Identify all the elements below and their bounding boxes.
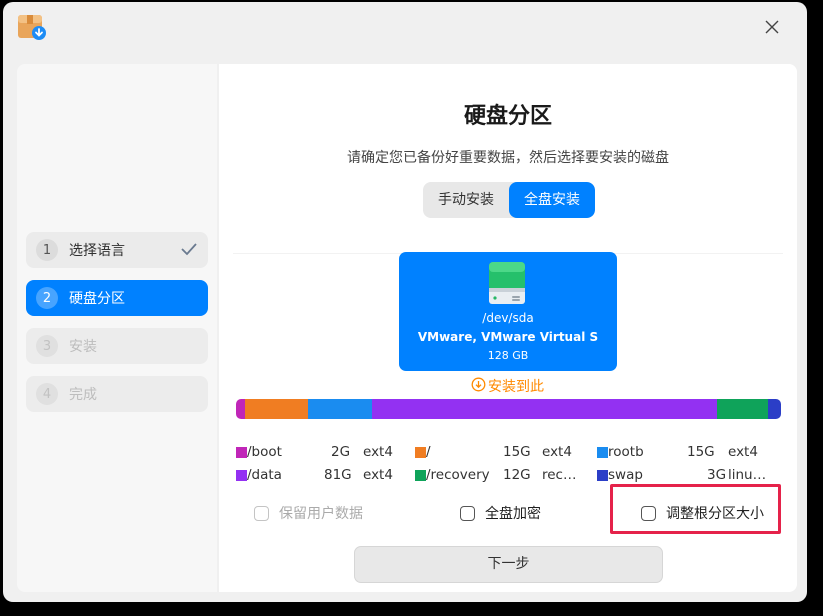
legend-size: 3G xyxy=(707,467,727,483)
partition-segment xyxy=(372,399,718,419)
titlebar xyxy=(3,2,807,54)
keep-user-data-checkbox[interactable]: 保留用户数据 xyxy=(254,503,363,523)
legend-fs: ext4 xyxy=(728,444,758,460)
step-select-language[interactable]: 1 选择语言 xyxy=(26,232,208,268)
keep-user-data-label: 保留用户数据 xyxy=(279,506,363,522)
legend-name: / xyxy=(426,444,431,460)
step-label: 硬盘分区 xyxy=(69,291,125,307)
legend-fs: ext4 xyxy=(363,467,393,483)
legend-size: 15G xyxy=(687,444,715,460)
legend-swatch xyxy=(597,470,608,481)
checkbox-box[interactable] xyxy=(641,505,656,521)
install-here-label: 安装到此 xyxy=(471,377,544,395)
legend-fs: rec… xyxy=(542,467,577,483)
step-number: 2 xyxy=(36,287,58,309)
legend-size: 12G xyxy=(503,467,531,483)
resize-root-label: 调整根分区大小 xyxy=(666,506,764,522)
legend-swatch xyxy=(415,447,426,458)
install-mode-switch: 手动安装 全盘安装 xyxy=(423,182,595,218)
partition-bar xyxy=(236,399,781,419)
legend-swatch xyxy=(236,470,247,481)
disk-model: VMware, VMware Virtual S xyxy=(417,330,599,344)
legend-name: swap xyxy=(608,467,643,483)
tab-full-disk-install[interactable]: 全盘安装 xyxy=(509,182,595,218)
legend-fs: ext4 xyxy=(542,444,572,460)
page-subtitle: 请确定您已备份好重要数据，然后选择要安装的磁盘 xyxy=(347,150,669,166)
tab-manual-install[interactable]: 手动安装 xyxy=(423,182,509,218)
full-disk-encrypt-checkbox[interactable]: 全盘加密 xyxy=(460,503,541,523)
partition-segment xyxy=(244,399,309,419)
checkbox-box[interactable] xyxy=(254,505,269,521)
step-label: 安装 xyxy=(69,339,97,355)
next-button[interactable]: 下一步 xyxy=(354,546,663,583)
legend-name: /boot xyxy=(247,444,282,460)
legend-fs: linu… xyxy=(728,467,767,483)
partition-panel: 硬盘分区 请确定您已备份好重要数据，然后选择要安装的磁盘 手动安装 全盘安装 /… xyxy=(219,64,797,592)
installer-icon xyxy=(17,13,47,41)
step-finish: 4 完成 xyxy=(26,376,208,412)
partition-segment xyxy=(768,399,781,419)
step-number: 3 xyxy=(36,335,58,357)
step-label: 选择语言 xyxy=(69,243,125,259)
disk-path: /dev/sda xyxy=(482,311,534,325)
check-icon xyxy=(180,241,198,261)
install-here-text: 安装到此 xyxy=(488,379,544,395)
installer-window: 1 选择语言 2 硬盘分区 3 安装 4 完成 硬盘分区 请确定您已备份好重要数… xyxy=(3,2,807,602)
step-number: 1 xyxy=(36,239,58,261)
partition-segment xyxy=(236,399,245,419)
legend-fs: ext4 xyxy=(363,444,393,460)
legend-name: /recovery xyxy=(426,467,490,483)
resize-root-checkbox[interactable]: 调整根分区大小 xyxy=(641,503,764,523)
close-icon xyxy=(765,19,779,38)
partition-segment xyxy=(717,399,769,419)
step-label: 完成 xyxy=(69,387,97,403)
legend-size: 15G xyxy=(503,444,531,460)
disk-card[interactable]: /dev/sda VMware, VMware Virtual S 128 GB xyxy=(399,252,617,371)
partition-segment xyxy=(308,399,373,419)
disk-size: 128 GB xyxy=(487,349,529,362)
legend-name: rootb xyxy=(608,444,644,460)
legend-swatch xyxy=(236,447,247,458)
legend-swatch xyxy=(597,447,608,458)
full-disk-encrypt-label: 全盘加密 xyxy=(485,506,541,522)
legend-size: 81G xyxy=(324,467,352,483)
hard-disk-icon xyxy=(488,261,526,309)
legend-name: /data xyxy=(247,467,282,483)
checkbox-box[interactable] xyxy=(460,505,475,521)
arrow-down-circle-icon xyxy=(471,377,488,396)
close-button[interactable] xyxy=(760,16,784,40)
legend-swatch xyxy=(415,470,426,481)
legend-size: 2G xyxy=(331,444,351,460)
page-title: 硬盘分区 xyxy=(463,104,552,129)
step-install: 3 安装 xyxy=(26,328,208,364)
steps-sidebar: 1 选择语言 2 硬盘分区 3 安装 4 完成 xyxy=(17,64,217,592)
step-number: 4 xyxy=(36,383,58,405)
step-disk-partition[interactable]: 2 硬盘分区 xyxy=(26,280,208,316)
